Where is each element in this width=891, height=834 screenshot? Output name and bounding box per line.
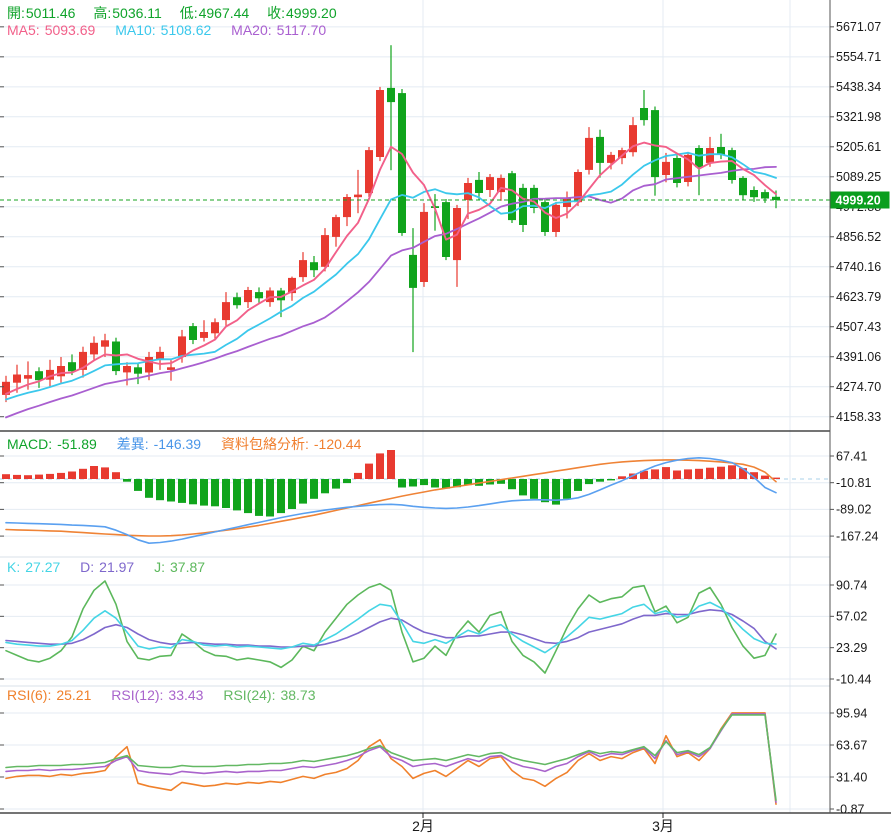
ma20-label: MA20: [231,22,271,38]
axis-tick-label: 4623.79 [836,290,881,304]
d-label: D: [80,559,94,575]
axis-tick-label: -10.81 [836,476,871,490]
ohlc-low: 低:4967.44 [180,5,250,21]
rsi6-label: RSI(6): [7,687,51,703]
trading-chart-app: 5671.07 5554.71 5438.34 5321.98 5205.61 5089.… [0,0,891,834]
d-legend: D: 21.97 [80,559,134,575]
j-value: 37.87 [170,559,205,575]
axis-tick-label: 5205.61 [836,140,881,154]
rsi12-value: 33.43 [168,687,203,703]
axis-tick-label: 4740.16 [836,260,881,274]
d-value: 21.97 [99,559,134,575]
ma10-legend: MA10: 5108.62 [115,22,211,38]
axis-tick-label: 4158.33 [836,410,881,424]
high-label: 高: [93,5,111,21]
ma-lines [6,143,776,418]
macd-label: MACD: [7,436,52,452]
rsi24-value: 38.73 [280,687,315,703]
kdj-panel [6,581,776,673]
rsi-panel [6,713,776,804]
last-price-tag: 4999.20 [831,192,890,209]
axis-tick-label: 5554.71 [836,50,881,64]
axis-tick-label: 4391.06 [836,350,881,364]
axis-tick-label: -167.24 [836,529,878,543]
ma5-label: MA5: [7,22,40,38]
kdj-legend: K: 27.27 D: 21.97 J: 37.87 [7,559,221,575]
time-axis: 2月 3月 [412,813,674,834]
close-label: 收: [267,5,285,21]
j-legend: J: 37.87 [154,559,205,575]
rsi-legend: RSI(6): 25.21 RSI(12): 33.43 RSI(24): 38.73 [7,687,332,703]
ma10-value: 5108.62 [161,22,212,38]
ohlc-high: 高:5036.11 [93,5,161,21]
close-value: 4999.20 [286,5,337,21]
axis-tick-label: 4274.70 [836,380,881,394]
ma20-legend: MA20: 5117.70 [231,22,326,38]
dif-label: 差異: [117,436,149,452]
axis-tick-label: 63.67 [836,738,867,752]
ohlc-legend: 開:5011.46 高:5036.11 低:4967.44 收:4999.20 [7,3,351,23]
macd-value: -51.89 [57,436,97,452]
ma5-legend: MA5: 5093.69 [7,22,95,38]
dea-legend: 資料包絡分析: -120.44 [221,436,361,452]
ohlc-open: 開:5011.46 [7,5,75,21]
axis-tick-label: 95.94 [836,706,867,720]
k-label: K: [7,559,20,575]
dif-legend: 差異: -146.39 [117,436,201,452]
month-label: 2月 [412,818,434,834]
axis-tick-label: -89.02 [836,503,871,517]
axis-tick-label: -10.44 [836,672,871,686]
high-value: 5036.11 [112,5,162,21]
rsi24-legend: RSI(24): 38.73 [223,687,315,703]
low-label: 低: [180,5,198,21]
rsi6-legend: RSI(6): 25.21 [7,687,91,703]
axis-tick-label: 4856.52 [836,230,881,244]
dea-label: 資料包絡分析: [221,436,309,452]
axis-tick-label: 5321.98 [836,110,881,124]
axis-tick-label: 5438.34 [836,80,881,94]
axis-tick-label: 5089.25 [836,170,881,184]
macd-legend: MACD: -51.89 差異: -146.39 資料包絡分析: -120.44 [7,434,377,454]
k-legend: K: 27.27 [7,559,60,575]
chart-canvas[interactable]: 5671.07 5554.71 5438.34 5321.98 5205.61 5089.… [0,0,891,834]
axis-tick-label: 23.29 [836,641,867,655]
axis-tick-label: 4507.43 [836,320,881,334]
j-label: J: [154,559,165,575]
rsi6-value: 25.21 [56,687,91,703]
axis-tick-label: 5671.07 [836,20,881,34]
ma-legend: MA5: 5093.69 MA10: 5108.62 MA20: 5117.70 [7,22,342,38]
dea-value: -120.44 [314,436,361,452]
dif-value: -146.39 [154,436,201,452]
open-label: 開: [7,5,25,21]
axis-tick-label: 31.40 [836,770,867,784]
ohlc-close: 收:4999.20 [267,5,337,21]
macd-value-legend: MACD: -51.89 [7,436,97,452]
axis-tick-label: 67.41 [836,449,867,463]
axis-tick-label: 90.74 [836,578,867,592]
rsi12-label: RSI(12): [111,687,163,703]
rsi24-label: RSI(24): [223,687,275,703]
low-value: 4967.44 [199,5,250,21]
ma5-value: 5093.69 [45,22,96,38]
last-price-tag-label: 4999.20 [836,194,881,208]
open-value: 5011.46 [26,5,76,21]
k-value: 27.27 [25,559,60,575]
axis-tick-label: -0.87 [836,802,865,816]
month-label: 3月 [652,818,674,834]
rsi12-legend: RSI(12): 33.43 [111,687,203,703]
axis-tick-label: 57.02 [836,610,867,624]
ma20-value: 5117.70 [277,22,327,38]
ma10-label: MA10: [115,22,155,38]
